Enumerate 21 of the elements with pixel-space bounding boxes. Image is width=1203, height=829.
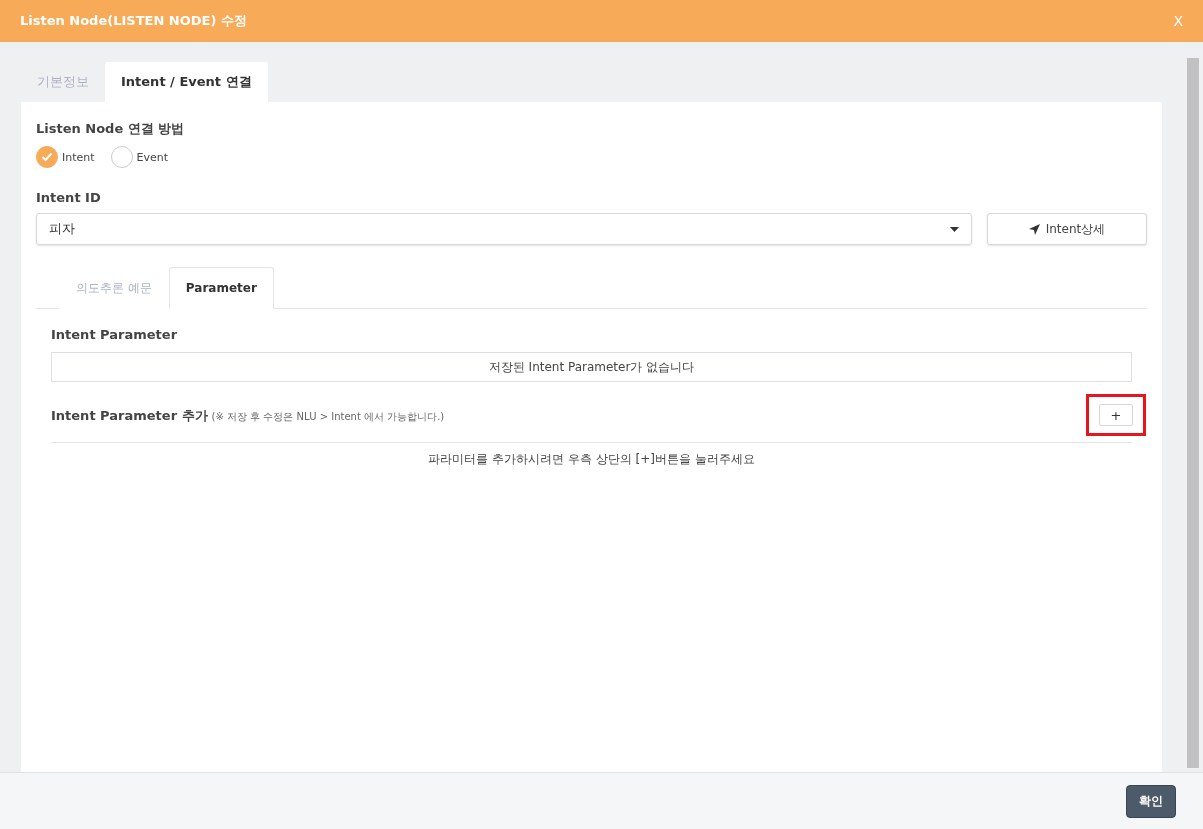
intent-select[interactable]: 피자 xyxy=(36,213,972,245)
section-title: Intent Parameter 추가 xyxy=(51,408,208,423)
navigation-arrow-icon xyxy=(1028,223,1040,235)
radio-option[interactable]: Event xyxy=(110,146,169,168)
tab[interactable]: Intent / Event 연결 xyxy=(105,62,268,102)
hint-text: 파라미터를 추가하시려면 우측 상단의 [+]버튼을 눌러주세요 xyxy=(427,451,756,468)
radio-option[interactable]: Intent xyxy=(36,146,95,168)
empty-message: 저장된 Intent Parameter가 없습니다 xyxy=(51,352,1132,382)
field-label: Listen Node 연결 방법 xyxy=(36,120,186,138)
radio-circle[interactable] xyxy=(110,146,133,168)
add-button[interactable]: + xyxy=(1099,404,1133,426)
section-title: Intent Parameter xyxy=(51,327,179,342)
note-text: (※ 저장 후 수정은 NLU > Intent 에서 가능합니다.) xyxy=(211,411,445,422)
caret-icon xyxy=(950,226,959,232)
radio-circle[interactable] xyxy=(36,146,58,168)
intent-detail-button[interactable]: Intent상세 xyxy=(987,213,1147,245)
tab[interactable]: Parameter xyxy=(168,267,274,309)
confirm-button[interactable]: 확인 xyxy=(1126,784,1176,818)
scrollbar-thumb[interactable] xyxy=(1187,58,1199,768)
field-label: Intent ID xyxy=(36,190,102,205)
dialog-title: Listen Node(LISTEN NODE) 수정 xyxy=(20,12,247,30)
